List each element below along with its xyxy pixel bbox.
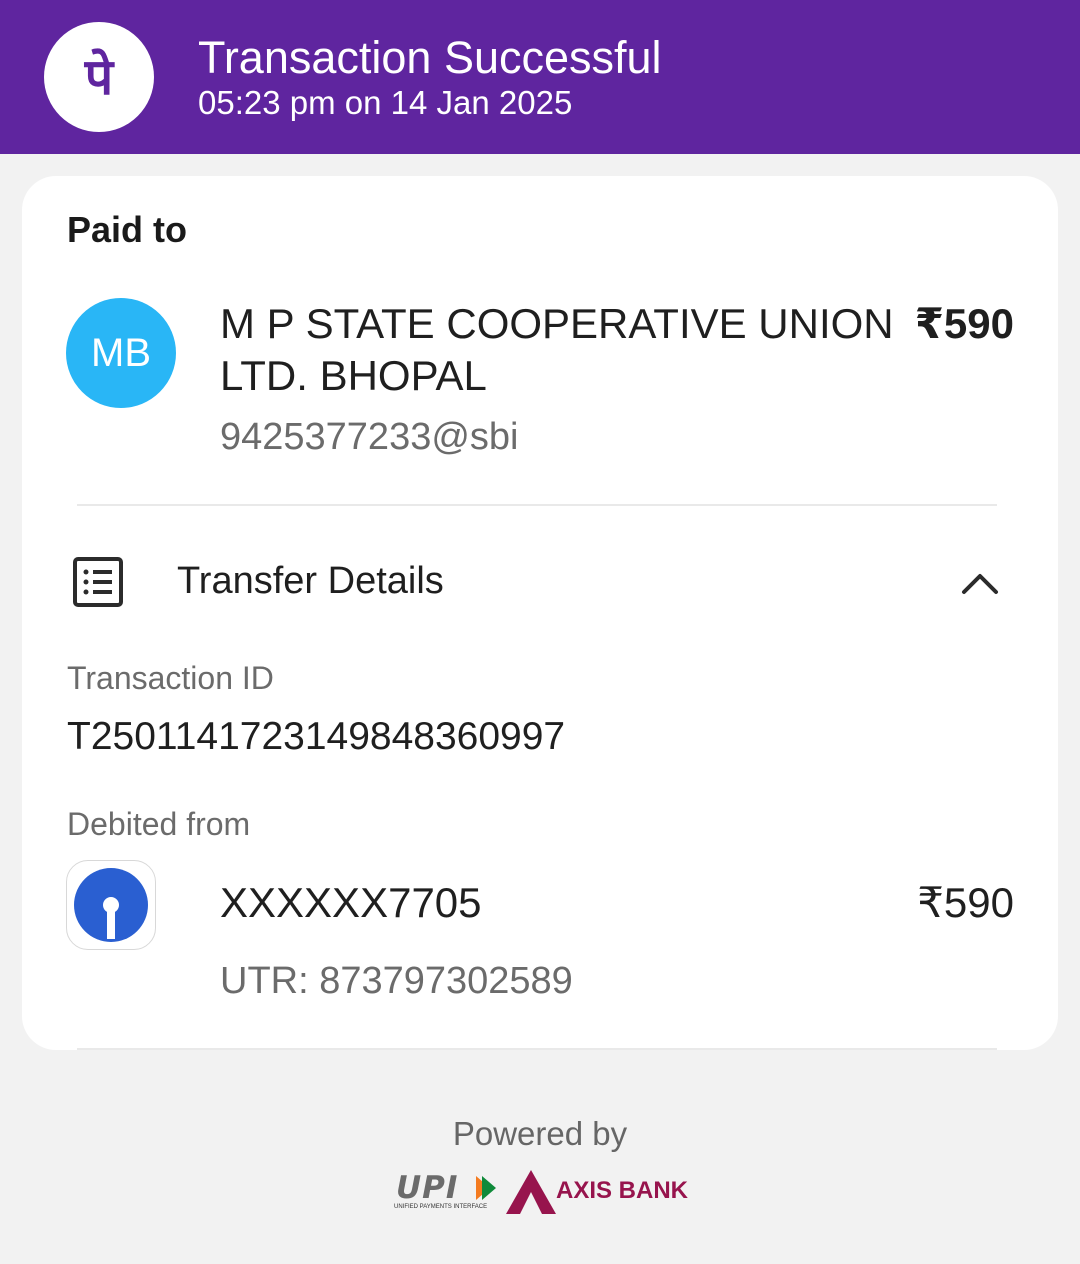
payee-name: M P STATE COOPERATIVE UNION LTD. BHOPAL	[220, 300, 894, 399]
paid-to-label: Paid to	[67, 209, 188, 250]
transaction-id-label: Transaction ID	[67, 660, 274, 696]
avatar: MB	[66, 298, 176, 408]
transfer-details-title: Transfer Details	[177, 560, 444, 602]
transaction-datetime: 05:23 pm on 14 Jan 2025	[198, 84, 573, 121]
axis-bank-logo-icon	[506, 1170, 556, 1219]
debited-from-label: Debited from	[67, 806, 251, 842]
phonepe-logo-icon: पे	[44, 22, 154, 132]
axis-bank-name: AXIS BANK	[556, 1177, 689, 1204]
bottom-divider	[77, 1048, 997, 1050]
receipt-list-icon	[72, 556, 124, 613]
utr-number: UTR: 873797302589	[220, 960, 573, 1002]
upi-logo-text: UPI	[396, 1170, 458, 1204]
transaction-id-value: T2501141723149848360997	[67, 715, 566, 758]
debited-amount: ₹590	[917, 879, 1014, 926]
transfer-details-toggle[interactable]: Transfer Details	[22, 536, 1058, 628]
sbi-logo-icon	[66, 860, 156, 950]
header-bar: पे Transaction Successful 05:23 pm on 14…	[0, 0, 1080, 154]
upi-subtitle: UNIFIED PAYMENTS INTERFACE	[394, 1204, 488, 1210]
divider	[77, 504, 997, 506]
phonepe-logo-glyph: पे	[84, 48, 115, 106]
transaction-card: Paid to MB M P STATE COOPERATIVE UNION L…	[22, 176, 1058, 1050]
chevron-up-icon[interactable]	[960, 562, 1000, 607]
status-title: Transaction Successful	[198, 32, 662, 83]
paid-amount: ₹590	[914, 300, 1014, 347]
payee-upi-id: 9425377233@sbi	[220, 416, 519, 458]
debit-account-number: XXXXXX7705	[220, 879, 482, 926]
powered-by-label: Powered by	[452, 1115, 628, 1152]
